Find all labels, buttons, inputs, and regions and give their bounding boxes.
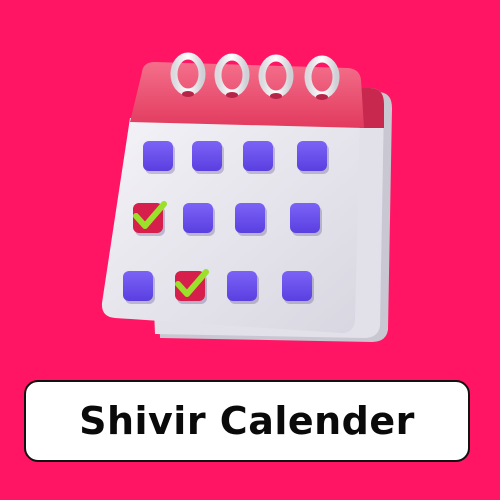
checked-day-square <box>133 201 167 236</box>
day-square <box>143 141 175 174</box>
day-square <box>123 271 155 304</box>
day-square <box>297 141 329 174</box>
checked-day-square <box>175 269 209 304</box>
day-square <box>290 203 322 236</box>
calendar-icon <box>101 52 392 342</box>
title-banner: Shivir Calender <box>24 380 470 462</box>
day-square <box>183 203 215 236</box>
day-square <box>227 271 259 304</box>
day-square <box>235 203 267 236</box>
page-title: Shivir Calender <box>79 399 415 443</box>
day-square <box>282 271 314 304</box>
day-square <box>243 141 275 174</box>
day-square <box>192 141 224 174</box>
